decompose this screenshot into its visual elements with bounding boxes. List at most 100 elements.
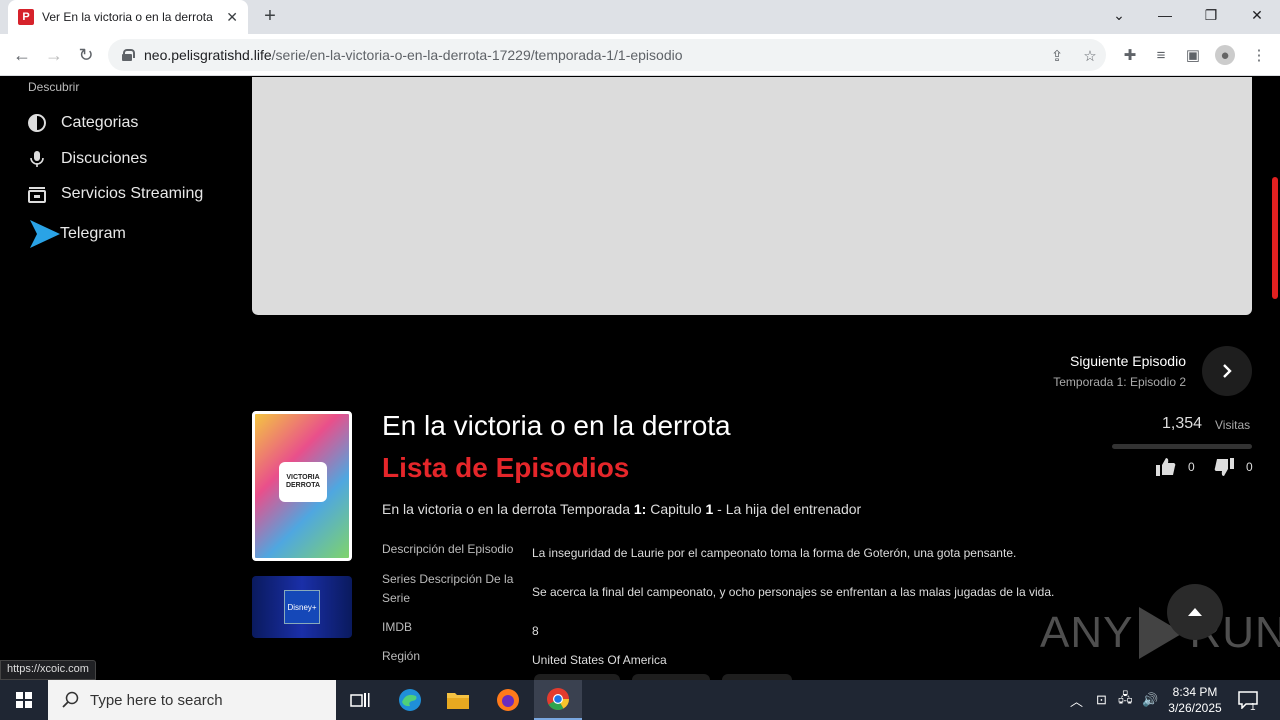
page-scrollbar-thumb[interactable] (1272, 177, 1278, 299)
season-number: 1: (633, 501, 647, 517)
bookmark-star-icon[interactable]: ☆ (1081, 47, 1099, 65)
tray-overflow-icon[interactable]: ︿ (1070, 680, 1083, 720)
restore-button[interactable]: ❐ (1188, 0, 1234, 30)
browser-tab-strip: P Ver En la victoria o en la derrota ✕ +… (0, 0, 1280, 34)
tab-title: Ver En la victoria o en la derrota (42, 10, 213, 24)
sidebar-item-categorias[interactable]: Categorias (28, 114, 138, 132)
extensions-icon[interactable]: ✚ (1120, 45, 1140, 65)
show-title: En la victoria o en la derrota (382, 410, 731, 441)
chrome-app-button[interactable] (534, 680, 582, 720)
edge-app-button[interactable] (386, 680, 434, 720)
reload-button[interactable]: ↻ (72, 41, 100, 69)
windows-taskbar: Type here to search ︿ ⊡ 🖧 🔊 8:34 PM 3/26… (0, 680, 1280, 720)
episode-prefix: En la victoria o en la derrota Temporada (382, 501, 634, 517)
firefox-icon (497, 689, 519, 711)
show-poster[interactable]: VICTORIA DERROTA (252, 411, 352, 561)
edge-icon (399, 689, 421, 711)
thumbs-down-icon (1214, 458, 1234, 476)
info-value-series-description: Se acerca la final del campeonato, y och… (532, 585, 1055, 599)
web-page: Descubrir Categorias Discuciones Servici… (0, 77, 1280, 680)
video-player[interactable] (252, 77, 1252, 315)
info-value-imdb: 8 (532, 624, 539, 638)
back-button[interactable]: ← (8, 41, 36, 69)
dislike-count: 0 (1246, 460, 1253, 474)
site-favicon-icon: P (18, 9, 34, 25)
episode-list-title[interactable]: Lista de Episodios (382, 452, 629, 484)
volume-icon[interactable]: 🔊 (1142, 680, 1158, 720)
provider-logo-card[interactable]: Disney+ (252, 576, 352, 638)
url-host: neo.pelisgratishd.life (144, 47, 272, 63)
sidebar-item-servicios-streaming[interactable]: Servicios Streaming (28, 185, 203, 203)
anyrun-watermark: ANY RUN (1040, 607, 1280, 659)
link-status-url: https://xcoic.com (0, 660, 96, 680)
views-label: Visitas (1215, 418, 1251, 432)
dislike-button[interactable]: 0 (1214, 458, 1253, 476)
task-view-button[interactable] (336, 680, 384, 720)
sidebar-heading: Descubrir (28, 80, 80, 94)
new-tab-button[interactable]: + (258, 4, 282, 28)
like-button[interactable]: 0 (1156, 458, 1195, 476)
tab-search-icon[interactable]: ⌄ (1096, 0, 1142, 30)
telegram-icon (30, 219, 60, 249)
chapter-label: Capitulo (646, 501, 706, 517)
forward-button[interactable]: → (40, 41, 68, 69)
sidebar-item-discuciones[interactable]: Discuciones (28, 150, 147, 168)
firefox-app-button[interactable] (484, 680, 532, 720)
browser-tab[interactable]: P Ver En la victoria o en la derrota ✕ (8, 0, 248, 34)
info-label-episode-description: Descripción del Episodio (382, 542, 514, 556)
caret-up-icon (1188, 608, 1202, 616)
info-label-imdb: IMDB (382, 620, 412, 634)
browser-toolbar: ← → ↻ neo.pelisgratishd.life/serie/en-la… (0, 34, 1280, 76)
info-label-region: Región (382, 649, 421, 663)
taskbar-search-box[interactable]: Type here to search (48, 680, 336, 720)
network-icon[interactable]: 🖧 (1118, 680, 1133, 720)
taskbar-clock[interactable]: 8:34 PM 3/26/2025 (1160, 684, 1230, 716)
info-label-series-description: Series Descripción De la Serie (382, 572, 514, 605)
next-episode-button[interactable] (1202, 346, 1252, 396)
folder-icon (447, 693, 469, 709)
next-episode-title[interactable]: Siguiente Episodio (1070, 353, 1186, 369)
info-value-episode-description: La inseguridad de Laurie por el campeona… (532, 546, 1017, 560)
chevron-right-icon (1223, 364, 1232, 378)
poster-logo: VICTORIA DERROTA (279, 462, 327, 502)
tv-icon (28, 185, 46, 203)
profile-avatar-icon[interactable]: ● (1215, 45, 1235, 65)
scroll-to-top-button[interactable] (1167, 584, 1223, 640)
half-circle-icon (28, 114, 46, 132)
views-count: 1,354 (1162, 415, 1203, 432)
sidebar-item-telegram[interactable]: Telegram (30, 219, 126, 249)
close-window-button[interactable]: ✕ (1234, 0, 1280, 30)
microphone-icon (28, 150, 46, 168)
sidebar-item-label: Discuciones (61, 150, 148, 167)
address-bar[interactable]: neo.pelisgratishd.life/serie/en-la-victo… (108, 39, 1106, 71)
url-path: /serie/en-la-victoria-o-en-la-derrota-17… (271, 47, 683, 63)
views-bar (1112, 444, 1252, 449)
thumbs-up-icon (1156, 458, 1176, 476)
notification-center-icon[interactable]: 1 (1238, 680, 1258, 720)
notification-count: 1 (1250, 702, 1256, 713)
clock-date: 3/26/2025 (1168, 701, 1222, 715)
next-episode-subtitle: Temporada 1: Episodio 2 (1053, 375, 1186, 389)
sidebar-item-label: Servicios Streaming (61, 185, 204, 202)
file-explorer-button[interactable] (434, 680, 482, 720)
disney-plus-logo: Disney+ (284, 590, 320, 624)
chrome-icon (547, 688, 569, 710)
poster-text: VICTORIA DERROTA (285, 474, 321, 489)
media-queue-icon[interactable]: ≡ (1151, 45, 1171, 65)
sidebar-item-label: Categorias (61, 114, 139, 131)
share-icon[interactable]: ⇪ (1048, 47, 1066, 65)
windows-logo-icon (16, 692, 32, 708)
episode-line: En la victoria o en la derrota Temporada… (382, 501, 861, 517)
minimize-button[interactable]: — (1142, 0, 1188, 30)
side-panel-icon[interactable]: ▣ (1183, 45, 1203, 65)
start-button[interactable] (0, 680, 48, 720)
clock-time: 8:34 PM (1172, 685, 1218, 699)
like-count: 0 (1188, 460, 1195, 474)
tray-app-icon[interactable]: ⊡ (1096, 680, 1107, 720)
tab-close-icon[interactable]: ✕ (226, 9, 238, 26)
episode-title: - La hija del entrenador (713, 501, 862, 517)
menu-kebab-icon[interactable]: ⋮ (1249, 45, 1269, 65)
lock-icon[interactable] (122, 49, 135, 61)
search-icon (62, 691, 79, 708)
taskbar-search-placeholder: Type here to search (90, 691, 223, 709)
